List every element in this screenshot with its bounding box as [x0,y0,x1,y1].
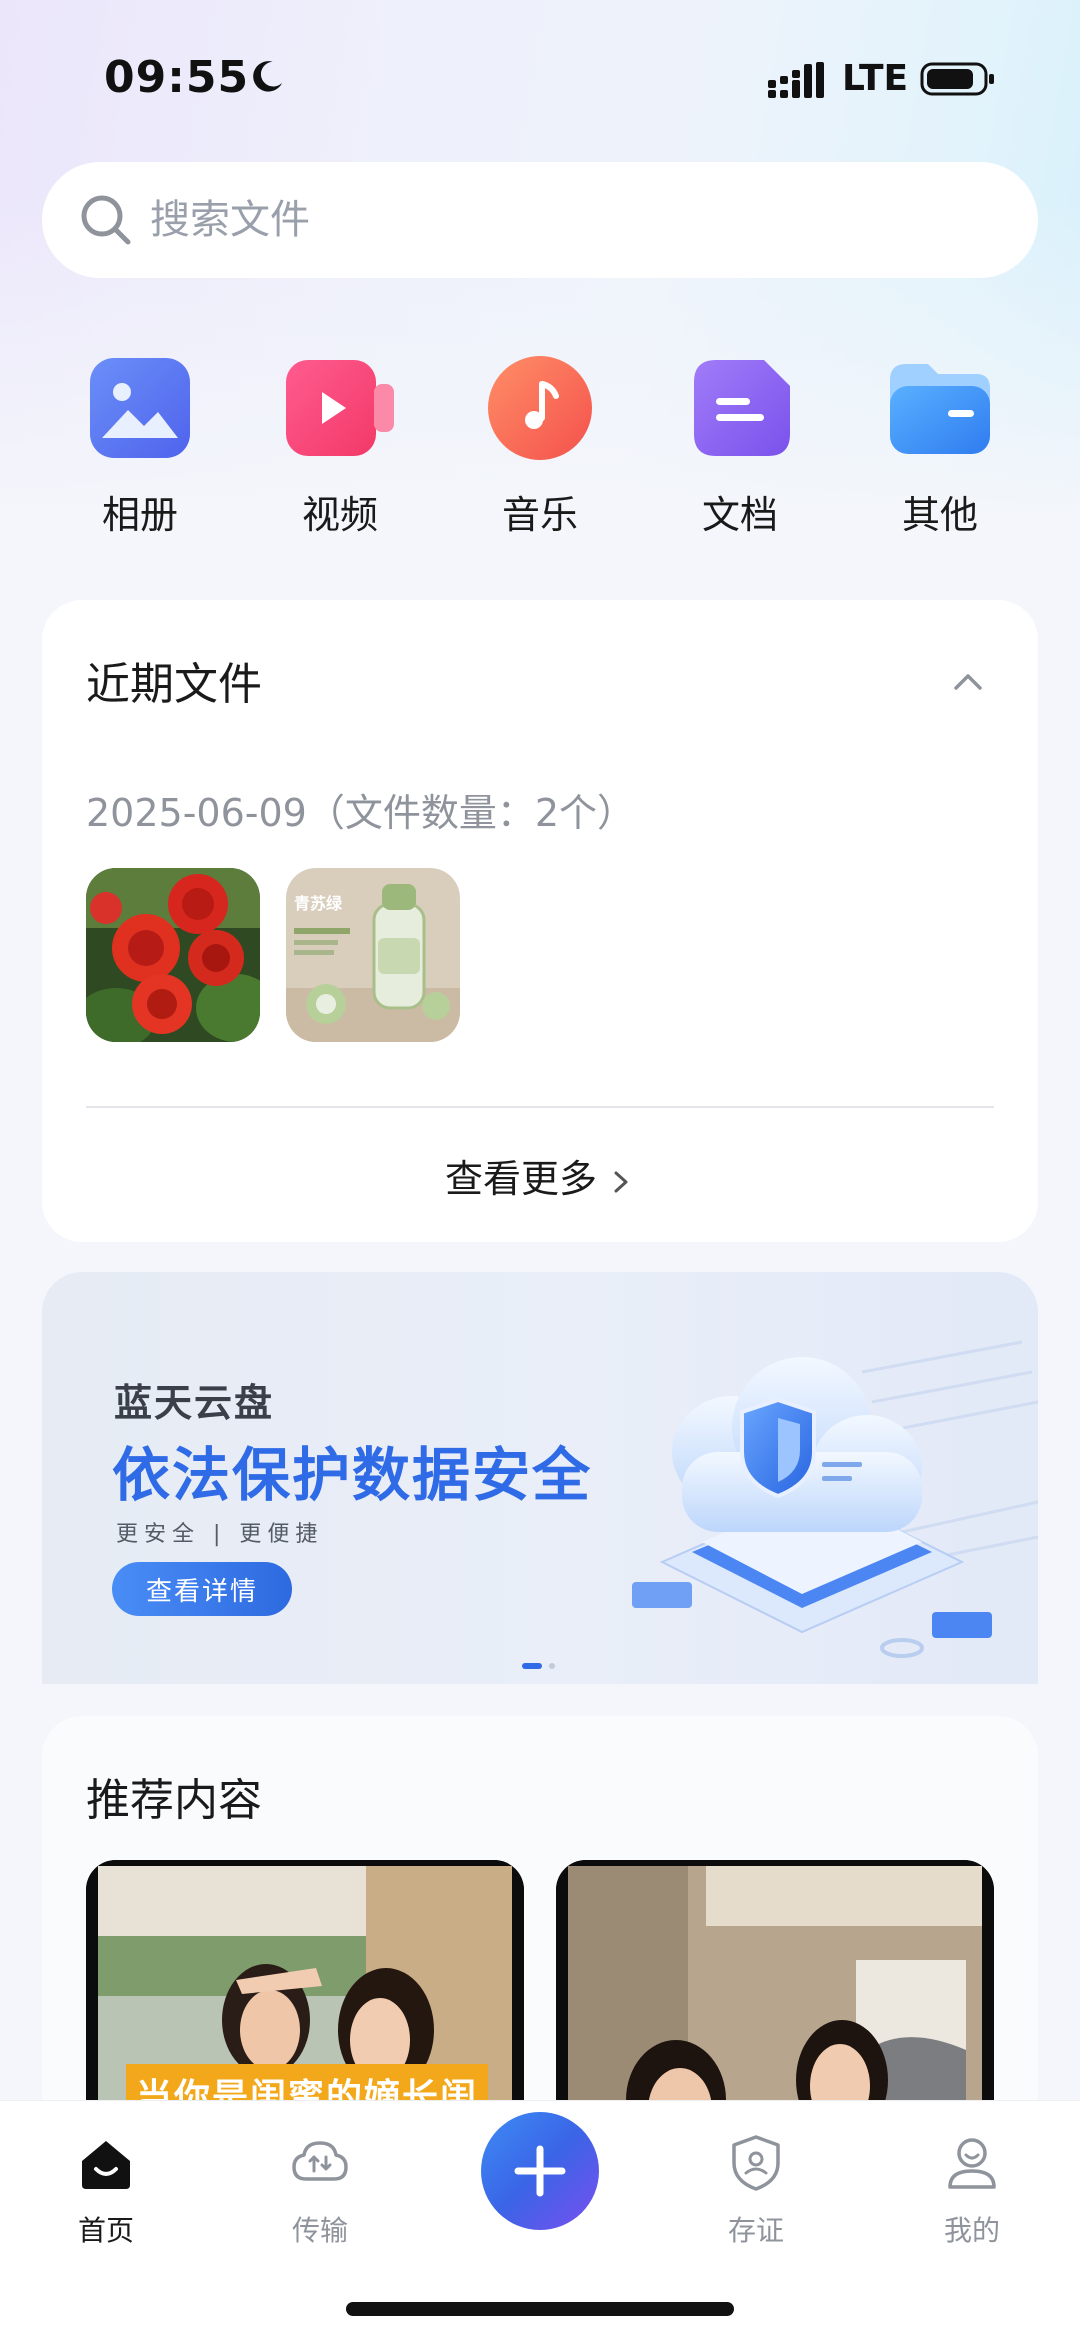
tab-label: 我的 [943,2214,1000,2247]
folder-icon [890,364,990,454]
battery-icon [920,62,994,96]
category-label: 相册 [101,493,178,537]
recent-date-group: 2025-06-09（文件数量：2个） [86,791,636,835]
tab-profile[interactable]: 我的 [892,2123,1052,2247]
video-icon [286,360,394,456]
profile-icon [948,2138,996,2189]
category-video[interactable]: 视频 [240,350,440,550]
recommended-title: 推荐内容 [86,1775,262,1826]
recent-file-thumbnail[interactable]: 青苏绿 [286,868,460,1042]
network-type-label: LTE [842,58,909,99]
home-icon [82,2141,130,2189]
rose-photo-icon [86,868,260,1042]
tab-home[interactable]: 首页 [26,2123,186,2247]
category-label: 音乐 [501,493,578,537]
search-input[interactable] [150,186,990,254]
recent-files-title: 近期文件 [86,659,262,710]
see-more-link[interactable]: 查看更多 [42,1148,1038,1203]
banner-brand: 蓝天云盘 [114,1381,275,1425]
category-label: 其他 [901,493,978,537]
category-label: 视频 [301,493,378,537]
thumbnail-text: 青苏绿 [294,894,343,913]
search-icon [81,195,131,245]
chevron-up-icon[interactable] [950,664,986,700]
recent-file-thumbnail[interactable] [86,868,260,1042]
signal-strength-icon [768,62,824,98]
category-album[interactable]: 相册 [40,350,240,550]
category-row: 相册 视频 音乐 文档 其他 [40,350,1040,550]
transfer-cloud-icon [292,2141,348,2181]
search-bar[interactable] [42,162,1038,278]
tab-label: 传输 [291,2214,348,2247]
divider [86,1106,994,1108]
tab-label: 存证 [727,2214,784,2247]
category-document[interactable]: 文档 [640,350,840,550]
chevron-right-icon [614,1171,628,1192]
banner-subtitle: 更安全 | 更便捷 [116,1522,324,1547]
plus-icon [514,2145,566,2197]
status-bar: 09:55 LTE [0,0,1080,150]
evidence-shield-icon [732,2135,780,2191]
promo-banner[interactable]: 蓝天云盘 依法保护数据安全 更安全 | 更便捷 查看详情 [42,1272,1038,1684]
home-indicator [346,2302,734,2316]
add-button[interactable] [481,2112,599,2230]
document-icon [694,360,790,456]
recent-files-card: 近期文件 2025-06-09（文件数量：2个） 青苏绿 查看更多 [42,600,1038,1242]
category-label: 文档 [701,493,778,537]
cloud-security-illustration [632,1340,1038,1658]
album-icon [90,358,190,458]
tab-evidence[interactable]: 存证 [676,2123,836,2247]
banner-title: 依法保护数据安全 [112,1441,593,1509]
see-more-label: 查看更多 [444,1157,597,1201]
tab-transfer[interactable]: 传输 [240,2123,400,2247]
category-other[interactable]: 其他 [840,350,1040,550]
banner-details-button[interactable]: 查看详情 [112,1562,292,1616]
do-not-disturb-moon-icon [253,61,283,92]
tab-label: 首页 [77,2214,134,2247]
clock-time: 09:55 [104,52,250,103]
category-music[interactable]: 音乐 [440,350,640,550]
carousel-indicator [522,1663,555,1669]
music-icon [488,356,592,460]
